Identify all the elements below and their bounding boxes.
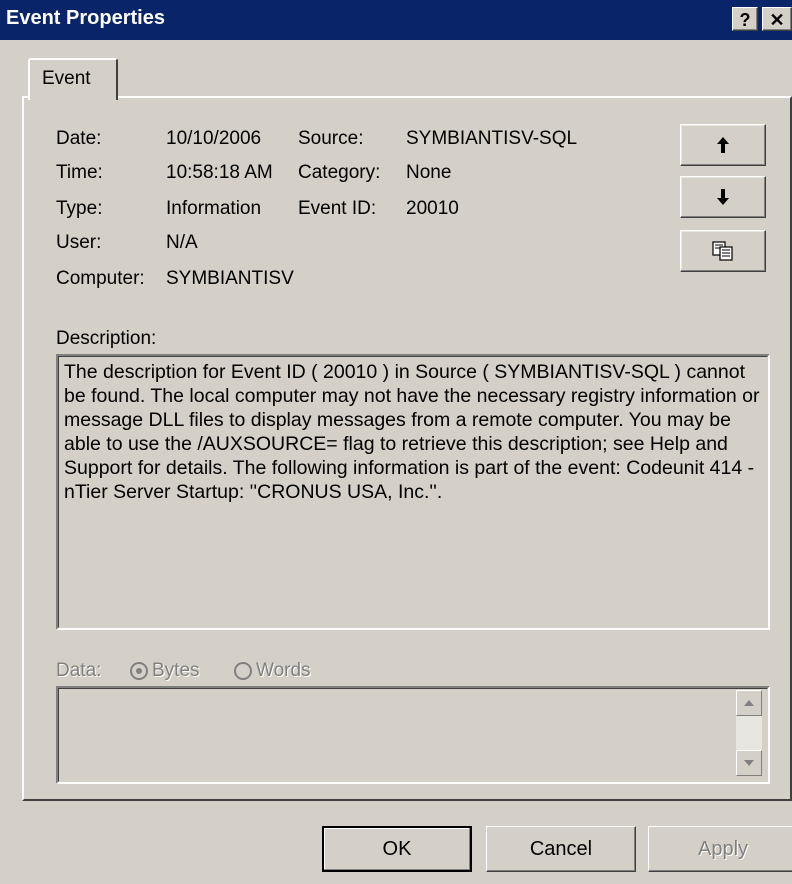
words-label: Words	[256, 660, 311, 681]
arrow-up-icon	[717, 137, 729, 153]
help-button[interactable]: ?	[732, 7, 758, 31]
bytes-radio[interactable]	[130, 662, 148, 680]
title-bar: Event Properties ? ✕	[0, 0, 792, 40]
source-label: Source:	[298, 128, 364, 149]
cancel-button[interactable]: Cancel	[486, 826, 636, 872]
data-scrollbar[interactable]	[736, 690, 762, 776]
data-box[interactable]	[56, 686, 770, 784]
bytes-label: Bytes	[152, 660, 200, 681]
copy-icon	[712, 241, 733, 261]
computer-label: Computer:	[56, 268, 145, 289]
tab-event[interactable]: Event	[28, 58, 118, 100]
description-label: Description:	[56, 328, 157, 349]
next-event-button[interactable]	[680, 176, 766, 218]
data-label: Data:	[56, 660, 102, 681]
computer-value: SYMBIANTISV	[166, 268, 294, 289]
category-value: None	[406, 162, 452, 183]
type-value: Information	[166, 198, 262, 219]
event-id-value: 20010	[406, 198, 459, 219]
event-id-label: Event ID:	[298, 198, 377, 219]
user-label: User:	[56, 232, 102, 253]
tab-event-label: Event	[42, 68, 91, 89]
scroll-down-icon	[744, 760, 754, 766]
category-label: Category:	[298, 162, 381, 183]
type-label: Type:	[56, 198, 103, 219]
window-title: Event Properties	[6, 7, 165, 29]
time-value: 10:58:18 AM	[166, 162, 273, 183]
copy-button[interactable]	[680, 230, 766, 272]
apply-button[interactable]: Apply	[648, 826, 792, 872]
user-value: N/A	[166, 232, 198, 253]
previous-event-button[interactable]	[680, 124, 766, 166]
scroll-up-button[interactable]	[736, 690, 762, 716]
source-value: SYMBIANTISV-SQL	[406, 128, 578, 149]
description-text: The description for Event ID ( 20010 ) i…	[64, 361, 760, 503]
words-radio[interactable]	[234, 662, 252, 680]
close-button[interactable]: ✕	[762, 7, 792, 31]
arrow-down-icon	[717, 189, 729, 205]
date-value: 10/10/2006	[166, 128, 262, 149]
description-box[interactable]: The description for Event ID ( 20010 ) i…	[56, 354, 770, 630]
date-label: Date:	[56, 128, 101, 150]
scroll-down-button[interactable]	[736, 750, 762, 776]
scroll-up-icon	[744, 700, 754, 706]
time-label: Time:	[56, 162, 103, 183]
ok-button[interactable]: OK	[322, 826, 472, 872]
event-properties-window: Event Properties ? ✕ Event Date: 10/10/2…	[0, 0, 792, 884]
date-label-text: Date:	[56, 128, 102, 149]
